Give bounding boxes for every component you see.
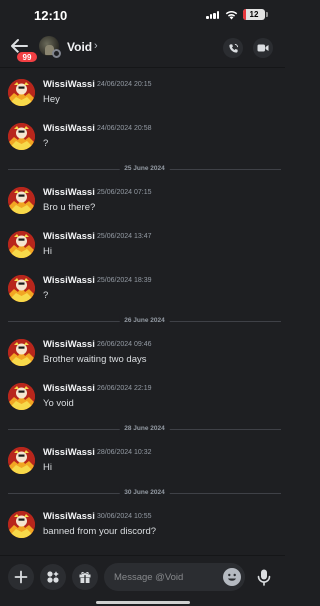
avatar[interactable] <box>8 447 35 474</box>
avatar[interactable] <box>8 231 35 258</box>
avatar[interactable] <box>8 383 35 410</box>
avatar[interactable] <box>8 275 35 302</box>
date-divider-label: 26 June 2024 <box>119 315 170 327</box>
avatar[interactable] <box>8 123 35 150</box>
message-author[interactable]: WissiWassi <box>43 383 95 394</box>
date-divider: 26 June 2024 <box>8 315 281 327</box>
apps-icon <box>47 571 59 583</box>
message-author[interactable]: WissiWassi <box>43 187 95 198</box>
status-time: 12:10 <box>34 8 68 23</box>
user-avatar-image <box>8 275 35 302</box>
user-avatar-image <box>8 339 35 366</box>
battery-level: 12 <box>249 10 259 19</box>
add-attachment-button[interactable] <box>8 564 34 590</box>
message-author[interactable]: WissiWassi <box>43 79 95 90</box>
message-author[interactable]: WissiWassi <box>43 123 95 134</box>
message-item[interactable]: WissiWassi 30/06/2024 10:55 banned from yo… <box>0 507 285 547</box>
avatar[interactable] <box>8 511 35 538</box>
status-bar: 12:10 12 <box>0 0 285 30</box>
user-avatar-image <box>8 123 35 150</box>
message-author[interactable]: WissiWassi <box>43 339 95 350</box>
date-divider: 28 June 2024 <box>8 423 281 435</box>
user-avatar-image <box>8 511 35 538</box>
date-divider-label: 25 June 2024 <box>119 163 170 175</box>
message-item[interactable]: WissiWassi 26/06/2024 22:19 Yo void <box>0 379 285 419</box>
message-item[interactable]: WissiWassi 26/06/2024 09:46 Brother waitin… <box>0 335 285 375</box>
user-avatar-image <box>8 447 35 474</box>
message-item[interactable]: WissiWassi 25/06/2024 18:39? <box>0 271 285 311</box>
microphone-icon[interactable] <box>254 567 274 587</box>
message-timestamp: 30/06/2024 10:55 <box>97 513 152 520</box>
message-item[interactable]: WissiWassi 24/06/2024 20:58? <box>0 119 285 159</box>
battery-icon: 12 <box>243 9 265 20</box>
avatar[interactable] <box>8 187 35 214</box>
gift-icon <box>79 571 91 583</box>
emoji-button[interactable] <box>223 568 241 586</box>
wifi-icon <box>225 10 238 20</box>
avatar[interactable] <box>8 79 35 106</box>
video-camera-icon <box>257 44 269 52</box>
home-indicator <box>96 601 190 604</box>
date-divider-label: 28 June 2024 <box>119 423 170 435</box>
message-item[interactable]: WissiWassi 28/06/2024 10:32 Hi <box>0 443 285 483</box>
message-text: Bro u there? <box>43 202 96 213</box>
message-author[interactable]: WissiWassi <box>43 231 95 242</box>
message-text: Hi <box>43 246 52 257</box>
chevron-right-icon[interactable]: › <box>94 40 98 52</box>
message-text: Hi <box>43 462 52 473</box>
message-timestamp: 28/06/2024 10:32 <box>97 449 152 456</box>
call-button[interactable] <box>223 38 243 58</box>
message-timestamp: 25/06/2024 07:15 <box>97 189 152 196</box>
message-author[interactable]: WissiWassi <box>43 275 95 286</box>
date-divider-label: 30 June 2024 <box>119 487 170 499</box>
message-item[interactable]: WissiWassi 25/06/2024 07:15 Bro u there? <box>0 183 285 223</box>
message-author[interactable]: WissiWassi <box>43 447 95 458</box>
cellular-signal-icon <box>206 11 220 19</box>
avatar[interactable] <box>8 339 35 366</box>
message-composer <box>0 555 285 606</box>
user-avatar-image <box>8 231 35 258</box>
date-divider: 30 June 2024 <box>8 487 281 499</box>
phone-icon <box>228 43 238 53</box>
message-timestamp: 24/06/2024 20:15 <box>97 81 152 88</box>
message-text: Yo void <box>43 398 74 409</box>
message-list[interactable]: WissiWassi 24/06/2024 20:15 Hey WissiWassi 2… <box>0 69 285 555</box>
channel-header: 99 Void › <box>0 30 285 68</box>
video-call-button[interactable] <box>253 38 273 58</box>
message-text: Hey <box>43 94 60 105</box>
message-timestamp: 25/06/2024 13:47 <box>97 233 152 240</box>
apps-button[interactable] <box>40 564 66 590</box>
message-author[interactable]: WissiWassi <box>43 511 95 522</box>
message-item[interactable]: WissiWassi 25/06/2024 13:47 Hi <box>0 227 285 267</box>
message-text: Brother waiting two days <box>43 354 147 365</box>
message-timestamp: 26/06/2024 09:46 <box>97 341 152 348</box>
message-item[interactable]: WissiWassi 24/06/2024 20:15 Hey <box>0 75 285 115</box>
emoji-icon <box>228 573 236 581</box>
message-text: ? <box>43 290 49 301</box>
channel-name[interactable]: Void <box>67 40 92 54</box>
message-timestamp: 25/06/2024 18:39 <box>97 277 152 284</box>
message-text: ? <box>43 138 49 149</box>
user-avatar-image <box>8 79 35 106</box>
unread-badge: 99 <box>16 51 38 63</box>
user-avatar-image <box>8 383 35 410</box>
gift-button[interactable] <box>72 564 98 590</box>
user-avatar-image <box>8 187 35 214</box>
date-divider: 25 June 2024 <box>8 163 281 175</box>
status-indicator <box>52 49 61 58</box>
plus-icon <box>14 570 28 584</box>
message-text: banned from your discord? <box>43 526 157 537</box>
message-timestamp: 24/06/2024 20:58 <box>97 125 152 132</box>
message-timestamp: 26/06/2024 22:19 <box>97 385 152 392</box>
